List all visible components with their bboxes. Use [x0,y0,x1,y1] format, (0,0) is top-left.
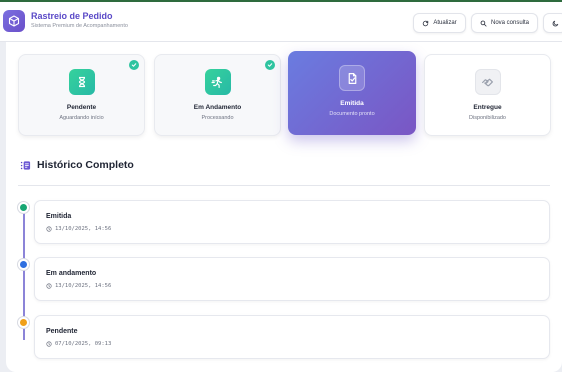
check-icon [129,60,139,70]
event-timestamp: 07/10/2025, 09:13 [46,341,538,347]
history-event: Emitida 13/10/2025, 14:56 [34,200,550,244]
step-title: Entregue [473,104,502,111]
handshake-icon [474,69,501,95]
timeline-dot [18,202,29,213]
step-title: Emitida [340,100,364,107]
package-icon [8,15,20,27]
refresh-button-label: Atualizar [433,20,457,26]
moon-icon [552,20,559,26]
step-card-pending[interactable]: Pendente Aguardando início [18,54,145,136]
event-timestamp: 13/10/2025, 14:56 [46,226,538,232]
running-person-icon [204,69,231,95]
history-event: Em andamento 13/10/2025, 14:56 [34,257,550,301]
step-card-delivered[interactable]: Entregue Disponibilizado [424,54,551,136]
list-icon [20,160,31,170]
new-query-button[interactable]: Nova consulta [471,13,538,33]
app-header: Rastreio de Pedido Sistema Premium de Ac… [0,2,562,42]
section-divider [18,185,550,186]
document-check-icon [339,65,365,91]
event-status: Emitida [46,213,72,220]
step-subtitle: Disponibilizado [469,115,506,121]
step-subtitle: Aguardando início [59,115,104,121]
timeline-dot [18,259,29,270]
step-subtitle: Processando [201,115,234,121]
check-icon [265,60,275,70]
timeline-dot [18,317,29,328]
brand: Rastreio de Pedido Sistema Premium de Ac… [31,11,128,30]
history-event: Pendente 07/10/2025, 09:13 [34,315,550,359]
search-icon [480,20,487,27]
app-title: Rastreio de Pedido [31,11,113,21]
step-title: Em Andamento [193,104,242,111]
clock-icon [46,341,52,347]
step-subtitle: Documento pronto [329,111,375,117]
step-title: Pendente [66,104,97,111]
event-status: Em andamento [46,270,97,277]
new-query-button-label: Nova consulta [490,20,530,26]
app-subtitle: Sistema Premium de Acompanhamento [31,23,128,29]
clock-icon [46,226,52,232]
clock-icon [46,283,52,289]
hourglass-icon [68,69,95,95]
history-section-header: Histórico Completo [20,159,134,171]
app-logo [3,10,25,32]
step-card-issued[interactable]: Emitida Documento pronto [288,51,416,135]
history-title: Histórico Completo [37,159,134,171]
theme-toggle-button[interactable] [543,13,562,33]
event-status: Pendente [46,328,78,335]
refresh-icon [423,20,429,26]
event-timestamp: 13/10/2025, 14:56 [46,283,538,289]
main-panel: Pendente Aguardando início Em Andamento … [6,42,562,372]
refresh-button[interactable]: Atualizar [413,13,466,33]
step-card-in-progress[interactable]: Em Andamento Processando [154,54,281,136]
